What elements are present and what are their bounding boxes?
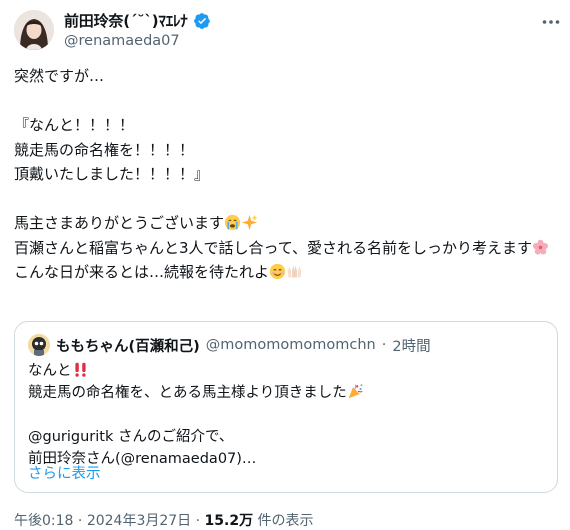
quoted-line: 競走馬の命名権を、とある馬主様より頂きました [28,385,347,401]
tweet: 前田玲奈(ˊ˘ˋ)ﾏｴﾚﾅ @renamaeda07 突然ですが… 『なんと！！… [0,0,570,530]
crying-face-emoji-icon [224,214,241,231]
author-display-name[interactable]: 前田玲奈(ˊ˘ˋ)ﾏｴﾚﾅ [64,11,188,31]
quoted-handle[interactable]: @momomomomomchn [206,337,376,353]
tweet-line: 頂戴いたしました！！！！』 [14,165,210,183]
quoted-tweet-header: ももちゃん(百瀬和己) @momomomomomchn · 2時間 [28,334,431,356]
tweet-meta: 午後0:18 · 2024年3月27日 · 15.2万 件の表示 [14,513,314,529]
sparkles-emoji-icon [241,214,258,231]
quoted-avatar[interactable] [28,334,50,356]
tweet-line: 『なんと！！！！ [14,116,135,134]
verified-badge-icon [193,12,211,30]
double-exclamation-emoji-icon [72,361,89,378]
tweet-line: 馬主さまありがとうございます [14,214,225,232]
tweet-time[interactable]: 午後0:18 [14,513,73,529]
tweet-text: 突然ですが… 『なんと！！！！ 競走馬の命名権を！！！！ 頂戴いたしました！！！… [14,64,554,285]
tweet-line: 突然ですが… [14,67,105,85]
cherry-blossom-emoji-icon [532,239,549,256]
tweet-date[interactable]: 2024年3月27日 [87,513,191,529]
views-count: 15.2万 [204,513,254,529]
quoted-tweet-text: なんと 競走馬の命名権を、とある馬主様より頂きました @guriguritk さ… [28,360,548,470]
quoted-line: @guriguritk さんのご紹介で、 [28,429,234,445]
more-options-icon[interactable] [541,14,561,30]
tweet-line: こんな日が来るとは…続報を待たれよ [14,263,270,281]
raising-hands-emoji-icon [286,263,303,280]
quoted-line: なんと [28,363,72,379]
author-name-row: 前田玲奈(ˊ˘ˋ)ﾏｴﾚﾅ [64,11,211,31]
quoted-display-name[interactable]: ももちゃん(百瀬和己) [56,335,200,356]
avatar[interactable] [14,10,54,50]
separator-dot: · [381,337,387,353]
tweet-line: 百瀬さんと稲富ちゃんと3人で話し合って、愛される名前をしっかり考えます [14,238,533,257]
author-handle[interactable]: @renamaeda07 [64,32,180,50]
tweet-line: 競走馬の命名権を！！！！ [14,140,195,159]
views-label: 件の表示 [257,513,314,529]
smiling-face-emoji-icon [269,263,286,280]
show-more-link[interactable]: さらに表示 [28,462,101,483]
party-popper-emoji-icon [347,383,364,400]
quoted-tweet[interactable]: ももちゃん(百瀬和己) @momomomomomchn · 2時間 なんと 競走… [14,321,558,493]
quoted-time[interactable]: 2時間 [392,335,430,356]
